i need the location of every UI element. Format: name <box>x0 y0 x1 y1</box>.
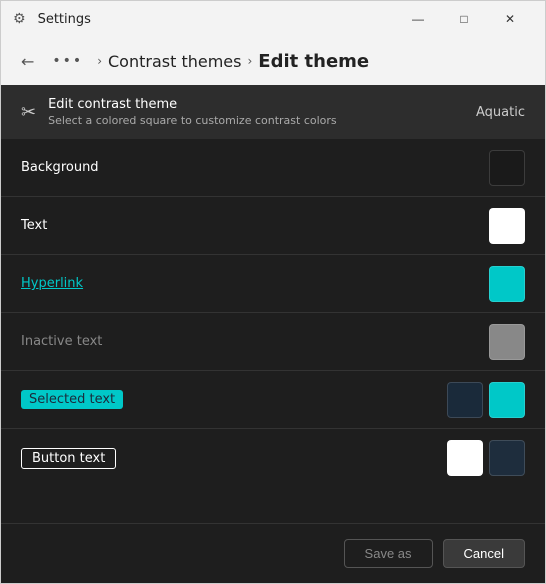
background-row: Background <box>1 139 545 197</box>
selected-text-row: Selected text <box>1 371 545 429</box>
inactive-text-swatch[interactable] <box>489 324 525 360</box>
button-text-swatch-1[interactable] <box>447 440 483 476</box>
maximize-button[interactable]: □ <box>441 1 487 37</box>
inactive-text-label: Inactive text <box>21 334 102 349</box>
text-row: Text <box>1 197 545 255</box>
hyperlink-row: Hyperlink <box>1 255 545 313</box>
background-label: Background <box>21 160 99 175</box>
selected-text-label: Selected text <box>21 390 123 409</box>
theme-name-label: Aquatic <box>476 105 525 120</box>
selected-text-swatches <box>447 382 525 418</box>
settings-window: ⚙ Settings — □ ✕ ← ••• › Contrast themes… <box>0 0 546 584</box>
color-rows-container: Background Text Hyperlink <box>1 139 545 523</box>
nav-bar: ← ••• › Contrast themes › Edit theme <box>1 37 545 85</box>
title-bar: ⚙ Settings — □ ✕ <box>1 1 545 37</box>
hyperlink-swatches <box>489 266 525 302</box>
button-text-label: Button text <box>21 448 116 469</box>
breadcrumb: › Contrast themes › Edit theme <box>97 51 369 72</box>
inactive-text-row: Inactive text <box>1 313 545 371</box>
theme-header-left: ✂ Edit contrast theme Select a colored s… <box>21 97 337 127</box>
hyperlink-label[interactable]: Hyperlink <box>21 276 83 291</box>
text-swatch[interactable] <box>489 208 525 244</box>
breadcrumb-chevron-1: › <box>97 54 102 68</box>
minimize-button[interactable]: — <box>395 1 441 37</box>
button-text-swatch-2[interactable] <box>489 440 525 476</box>
footer: Save as Cancel <box>1 523 545 583</box>
text-label: Text <box>21 218 47 233</box>
inactive-text-swatches <box>489 324 525 360</box>
breadcrumb-contrast-themes[interactable]: Contrast themes <box>108 52 241 71</box>
text-swatches <box>489 208 525 244</box>
back-button[interactable]: ← <box>17 48 38 75</box>
app-icon: ⚙ <box>13 11 26 27</box>
background-swatch[interactable] <box>489 150 525 186</box>
theme-title: Edit contrast theme <box>48 97 337 112</box>
window-controls: — □ ✕ <box>395 1 533 37</box>
save-as-button[interactable]: Save as <box>344 539 433 568</box>
scissors-icon: ✂ <box>21 102 36 123</box>
selected-text-swatch-1[interactable] <box>447 382 483 418</box>
main-content: ✂ Edit contrast theme Select a colored s… <box>1 85 545 583</box>
cancel-button[interactable]: Cancel <box>443 539 525 568</box>
menu-button[interactable]: ••• <box>46 49 89 73</box>
theme-subtitle: Select a colored square to customize con… <box>48 114 337 127</box>
background-swatches <box>489 150 525 186</box>
button-text-swatches <box>447 440 525 476</box>
breadcrumb-edit-theme: Edit theme <box>258 51 369 72</box>
close-button[interactable]: ✕ <box>487 1 533 37</box>
theme-info: Edit contrast theme Select a colored squ… <box>48 97 337 127</box>
breadcrumb-chevron-2: › <box>247 54 252 68</box>
theme-header: ✂ Edit contrast theme Select a colored s… <box>1 85 545 139</box>
button-text-row: Button text <box>1 429 545 487</box>
selected-text-swatch-2[interactable] <box>489 382 525 418</box>
window-title: Settings <box>38 12 91 27</box>
hyperlink-swatch[interactable] <box>489 266 525 302</box>
title-bar-left: ⚙ Settings <box>13 11 91 27</box>
